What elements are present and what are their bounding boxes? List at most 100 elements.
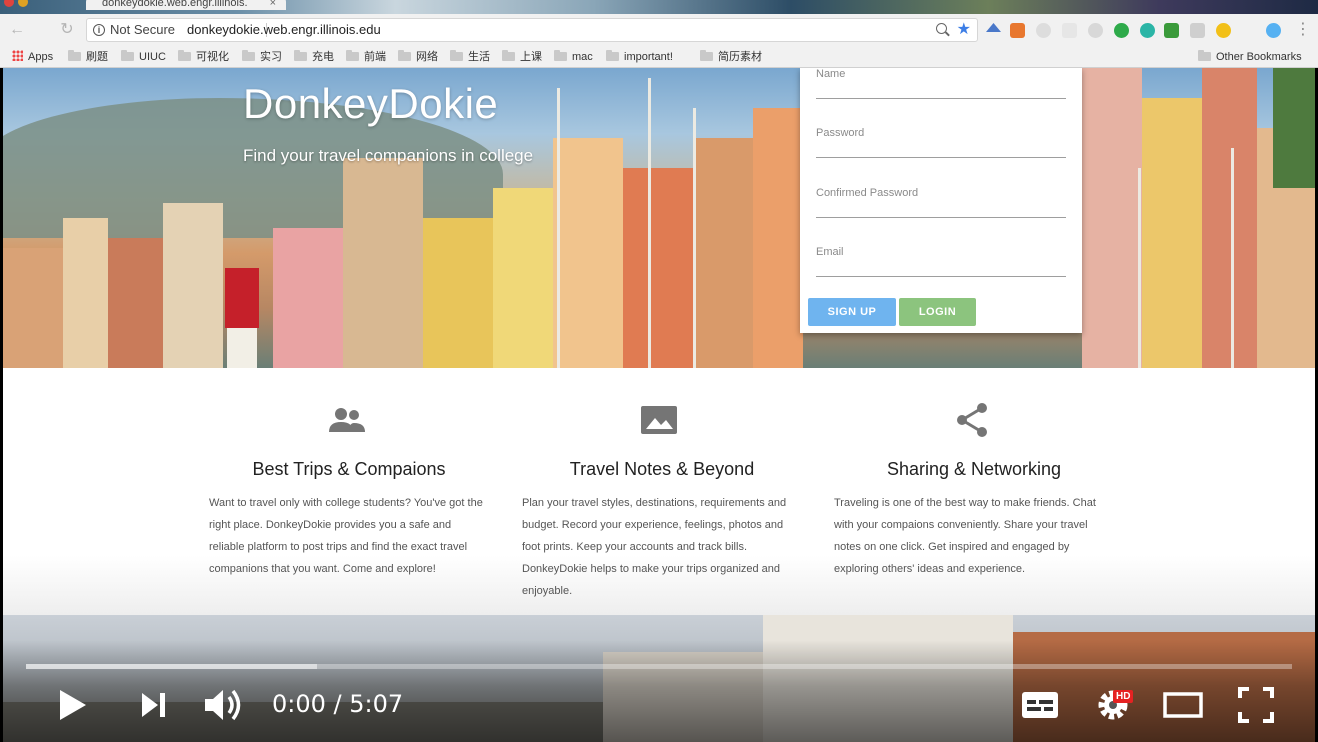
folder-icon — [450, 50, 463, 61]
feature-title: Travel Notes & Beyond — [569, 459, 755, 479]
feature-description: Want to travel only with college student… — [209, 497, 483, 575]
share-icon — [957, 403, 987, 437]
bookmark-folder[interactable]: 上课 — [502, 50, 542, 64]
extension-orange-icon[interactable] — [1010, 23, 1025, 38]
security-label[interactable]: Not Secure — [110, 19, 175, 41]
bookmark-folder[interactable]: mac — [554, 50, 593, 64]
folder-icon — [346, 50, 359, 61]
name-field-label: Name — [816, 68, 846, 80]
feature-title: Sharing & Networking — [886, 459, 1062, 479]
bookmark-apps[interactable]: Apps — [12, 50, 53, 64]
menu-dots-icon[interactable]: ⋮ — [1294, 21, 1312, 39]
email-field-label: Email — [816, 246, 844, 258]
theater-mode-icon[interactable] — [1162, 684, 1204, 726]
brand-title: DonkeyDokie — [243, 80, 499, 127]
tab-strip: donkeydokie.web.engr.illinois. × — [0, 0, 1318, 14]
extension-s-icon[interactable] — [1088, 23, 1103, 38]
folder-icon — [606, 50, 619, 61]
address-bar[interactable]: i Not Secure donkeydokie.web.engr.illino… — [86, 18, 978, 42]
bookmark-label: 充电 — [312, 51, 334, 63]
folder-icon — [398, 50, 411, 61]
bookmark-label: 生活 — [468, 51, 490, 63]
feature-description: Traveling is one of the best way to make… — [834, 497, 1096, 575]
bookmark-label: Apps — [28, 51, 54, 63]
bookmark-label: Other Bookmarks — [1216, 51, 1302, 63]
bookmark-label: 网络 — [416, 51, 438, 63]
reload-icon[interactable]: ↻ — [58, 21, 76, 39]
bookmarks-bar: Apps 刷题 UIUC 可视化 实习 充电 前端 网络 生活 上课 mac i… — [0, 46, 1318, 68]
video-time: 0:00 / 5:07 — [272, 690, 404, 718]
folder-icon — [502, 50, 515, 61]
url-text[interactable]: donkeydokie.web.engr.illinois.edu — [187, 19, 381, 41]
feature-title: Best Trips & Compaions — [252, 459, 446, 479]
bookmark-folder[interactable]: 刷题 — [68, 50, 108, 64]
folder-icon — [68, 50, 81, 61]
subtitles-icon[interactable] — [1020, 684, 1060, 726]
hd-badge: HD — [1113, 690, 1134, 703]
play-icon[interactable] — [56, 684, 90, 726]
folder-icon — [242, 50, 255, 61]
folder-icon — [1198, 50, 1211, 61]
password-field[interactable]: Password — [816, 127, 1066, 158]
hero-banner: DonkeyDokie Find your travel companions … — [3, 68, 1315, 368]
feature-description: Plan your travel styles, destinations, r… — [522, 497, 787, 597]
bookmark-folder[interactable]: important! — [606, 50, 673, 64]
extension-check-icon[interactable] — [1216, 23, 1231, 38]
bookmark-label: 实习 — [260, 51, 282, 63]
zoom-icon[interactable] — [936, 23, 947, 34]
bookmark-folder[interactable]: 充电 — [294, 50, 334, 64]
features-section: Best Trips & Compaions Want to travel on… — [3, 368, 1315, 618]
bookmark-label: UIUC — [139, 51, 166, 63]
confirm-password-field-label: Confirmed Password — [816, 187, 919, 199]
extension-grammarly-icon[interactable] — [1114, 23, 1129, 38]
bookmark-label: 刷题 — [86, 51, 108, 63]
volume-icon[interactable] — [202, 684, 246, 726]
fullscreen-icon[interactable] — [1236, 684, 1276, 726]
close-tab-icon[interactable]: × — [270, 0, 276, 10]
bookmark-star-icon[interactable]: ★ — [957, 19, 971, 41]
browser-tab[interactable]: donkeydokie.web.engr.illinois. × — [86, 0, 286, 10]
name-field[interactable]: Name — [816, 68, 1066, 99]
bookmark-folder[interactable]: 前端 — [346, 50, 386, 64]
folder-icon — [700, 50, 713, 61]
extension-arrow-icon[interactable] — [986, 23, 1001, 32]
back-arrow-icon[interactable]: ← — [8, 21, 26, 39]
password-field-label: Password — [816, 127, 865, 139]
bookmark-label: 上课 — [520, 51, 542, 63]
video-progress-bar[interactable] — [26, 664, 1292, 669]
next-icon[interactable] — [138, 684, 170, 726]
folder-icon — [178, 50, 191, 61]
people-icon — [329, 408, 365, 432]
login-button[interactable]: LOGIN — [899, 298, 976, 326]
extension-green-icon[interactable] — [1164, 23, 1179, 38]
extension-gear-icon[interactable] — [1062, 23, 1077, 38]
video-buffered-bar — [26, 664, 318, 669]
bookmark-folder[interactable]: 生活 — [450, 50, 490, 64]
signup-button[interactable]: SIGN UP — [808, 298, 896, 326]
bookmark-folder[interactable]: UIUC — [121, 50, 166, 64]
apps-grid-icon — [12, 50, 23, 61]
extension-grid-icon[interactable] — [1190, 23, 1205, 38]
tab-title: donkeydokie.web.engr.illinois. — [102, 0, 248, 9]
folder-icon — [554, 50, 567, 61]
bookmark-folder[interactable]: 实习 — [242, 50, 282, 64]
image-icon — [641, 406, 677, 434]
bookmark-label: 前端 — [364, 51, 386, 63]
other-bookmarks[interactable]: Other Bookmarks — [1198, 50, 1302, 64]
bookmark-folder[interactable]: 可视化 — [178, 50, 229, 64]
profile-avatar[interactable] — [1266, 23, 1281, 38]
bookmark-folder[interactable]: 网络 — [398, 50, 438, 64]
bookmark-label: 简历素材 — [718, 51, 762, 63]
brand-tagline: Find your travel companions in college — [243, 146, 534, 165]
extension-teal-icon[interactable] — [1140, 23, 1155, 38]
extension-circle-icon[interactable] — [1036, 23, 1051, 38]
info-icon[interactable]: i — [93, 24, 105, 36]
folder-icon — [121, 50, 134, 61]
lighthouse — [225, 268, 259, 368]
close-window-icon[interactable] — [4, 0, 14, 7]
minimize-window-icon[interactable] — [18, 0, 28, 7]
bookmark-folder[interactable]: 简历素材 — [700, 50, 762, 64]
confirm-password-field[interactable]: Confirmed Password — [816, 187, 1066, 218]
email-field[interactable]: Email — [816, 246, 1066, 277]
bookmark-label: mac — [572, 51, 593, 63]
